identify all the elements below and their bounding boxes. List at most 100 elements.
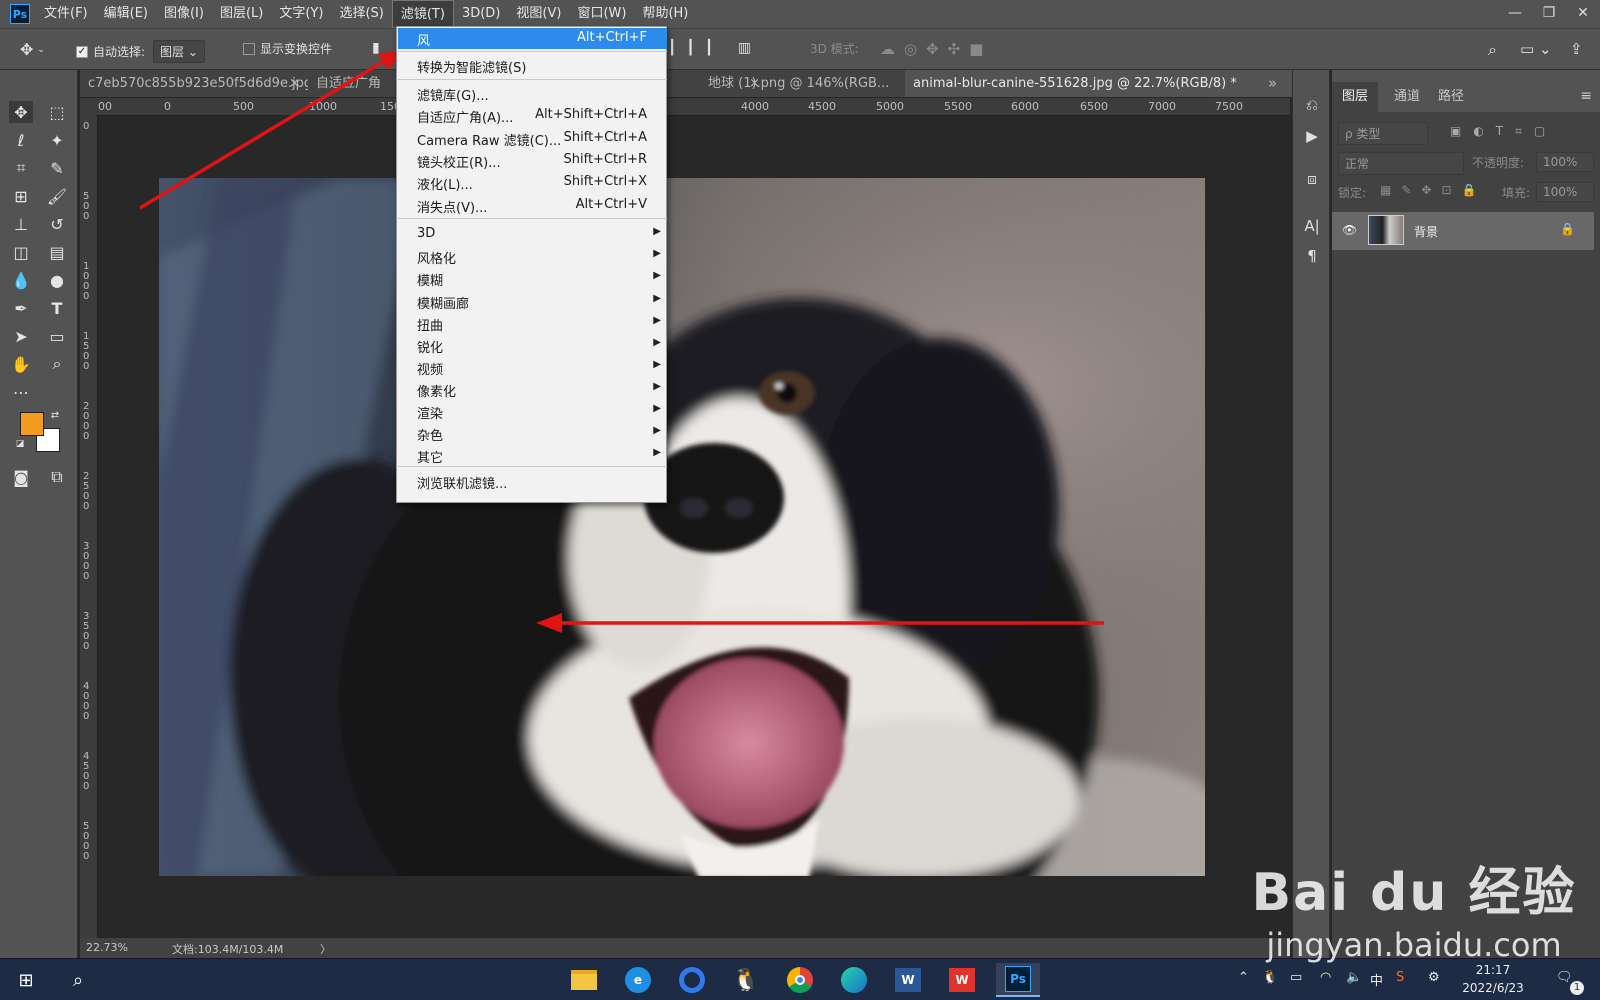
filter-menu-item[interactable]: 像素化 ▶ — [398, 379, 667, 400]
paragraph-panel-icon[interactable]: ¶ — [1299, 245, 1325, 267]
filter-menu-item[interactable]: 液化(L)... Shift+Ctrl+X — [398, 172, 667, 193]
filter-menu-item[interactable]: 风格化 ▶ — [398, 246, 667, 267]
screen-mode-icon[interactable]: ⧉ — [45, 466, 69, 488]
marquee-tool-icon[interactable]: ⬚ — [45, 101, 69, 123]
eyedropper-icon[interactable]: ✎ — [45, 157, 69, 179]
menu-item[interactable]: 窗口(W) — [569, 0, 634, 28]
menu-item[interactable]: 图像(I) — [156, 0, 212, 28]
filter-menu-item[interactable]: 镜头校正(R)... Shift+Ctrl+R — [398, 150, 667, 171]
menu-item[interactable]: 编辑(E) — [96, 0, 156, 28]
brush-tool-icon[interactable]: 🖌 — [45, 185, 69, 207]
restore-button[interactable]: ❐ — [1532, 0, 1566, 26]
menu-item[interactable]: 选择(S) — [331, 0, 391, 28]
panel-menu-icon[interactable]: ≡ — [1580, 88, 1592, 104]
history-brush-icon[interactable]: ↺ — [45, 213, 69, 235]
opacity-field[interactable]: 100% — [1536, 152, 1594, 172]
actions-panel-icon[interactable]: ▶ — [1299, 125, 1325, 147]
character-panel-icon[interactable]: A| — [1299, 215, 1325, 237]
align-buttons[interactable]: ▮ — [372, 40, 386, 56]
menu-item[interactable]: 文字(Y) — [271, 0, 331, 28]
workspace-icon[interactable]: ▭ ⌄ — [1520, 40, 1552, 58]
filter-menu-item[interactable]: 风 Alt+Ctrl+F — [398, 28, 667, 49]
filter-menu-item[interactable]: 自适应广角(A)... Alt+Shift+Ctrl+A — [398, 105, 667, 126]
crop-tool-icon[interactable]: ⌗ — [9, 157, 33, 179]
3d-panel-icon[interactable]: ⧈ — [1299, 168, 1325, 190]
auto-select-checkbox[interactable]: ✓ — [76, 45, 88, 58]
rectangle-tool-icon[interactable]: ▭ — [45, 325, 69, 347]
filter-menu-item[interactable]: 锐化 ▶ — [398, 335, 667, 356]
filter-menu-item[interactable]: 滤镜库(G)... — [398, 83, 667, 104]
filter-menu-item[interactable]: 其它 ▶ — [398, 445, 667, 466]
magic-wand-icon[interactable]: ✦ — [45, 129, 69, 151]
chrome-icon[interactable] — [780, 963, 820, 997]
distribute-buttons[interactable]: ┃┃┃ ▥ — [668, 40, 761, 56]
menu-item[interactable]: 视图(V) — [508, 0, 569, 28]
gradient-tool-icon[interactable]: ▤ — [45, 241, 69, 263]
tab-close-icon[interactable]: × — [289, 70, 300, 97]
filter-menu-item[interactable]: 渲染 ▶ — [398, 401, 667, 422]
filter-menu-item[interactable]: 杂色 ▶ — [398, 423, 667, 444]
fill-field[interactable]: 100% — [1536, 182, 1594, 202]
type-tool-icon[interactable]: T — [45, 297, 69, 319]
3d-mode-icons[interactable]: ☁◎✥✣■ — [880, 40, 992, 58]
file-explorer-icon[interactable] — [564, 963, 604, 997]
menu-item[interactable]: 图层(L) — [212, 0, 271, 28]
dog-photo[interactable] — [159, 178, 1205, 876]
start-button[interactable]: ⊞ — [6, 963, 46, 997]
filter-menu-item[interactable]: 浏览联机滤镜... — [398, 471, 667, 492]
status-menu-arrow[interactable]: 〉 — [320, 941, 331, 957]
stamp-tool-icon[interactable]: ⊥ — [9, 213, 33, 235]
healing-brush-icon[interactable]: ⊞ — [9, 185, 33, 207]
layer-row[interactable]: 👁 背景 🔒 — [1332, 212, 1594, 250]
layer-filter-icons[interactable]: ▣◐T⌗▢ — [1450, 124, 1557, 139]
pen-tool-icon[interactable]: ✒ — [9, 297, 33, 319]
blend-mode-dropdown[interactable]: 正常 — [1338, 152, 1464, 175]
minimize-button[interactable]: — — [1498, 0, 1532, 26]
share-icon[interactable]: ⇪ — [1570, 40, 1583, 58]
search-app-icon[interactable] — [672, 963, 712, 997]
qq-icon[interactable]: 🐧 — [726, 963, 766, 997]
layer-kind-filter[interactable]: ρ 类型 — [1338, 122, 1428, 145]
hand-tool-icon[interactable]: ✋ — [9, 353, 33, 375]
close-button[interactable]: ✕ — [1566, 0, 1600, 26]
transform-controls-checkbox[interactable] — [243, 42, 255, 55]
path-select-icon[interactable]: ➤ — [9, 325, 33, 347]
zoom-tool-icon[interactable]: ⌕ — [45, 353, 69, 375]
filter-menu-item[interactable]: 模糊画廊 ▶ — [398, 291, 667, 312]
word-icon[interactable]: W — [888, 963, 928, 997]
history-panel-icon[interactable]: ⎌ — [1299, 94, 1325, 116]
wps-icon[interactable]: W — [942, 963, 982, 997]
default-colors-icon[interactable]: ◪ — [14, 438, 26, 450]
tab-paths[interactable]: 路径 — [1428, 82, 1474, 112]
move-tool-icon[interactable]: ✥ ⌄ — [20, 40, 45, 59]
filter-menu-item[interactable]: 视频 ▶ — [398, 357, 667, 378]
menu-item[interactable]: 帮助(H) — [634, 0, 696, 28]
eraser-tool-icon[interactable]: ◫ — [9, 241, 33, 263]
tabs-overflow-icon[interactable]: » — [1258, 70, 1288, 97]
filter-menu-item[interactable]: 3D ▶ — [398, 224, 667, 245]
menu-item[interactable]: 滤镜(T) — [391, 0, 454, 28]
filter-menu-item[interactable]: 消失点(V)... Alt+Ctrl+V — [398, 195, 667, 216]
move-tool-icon[interactable]: ✥ — [9, 101, 33, 123]
lasso-tool-icon[interactable]: ℓ — [9, 129, 33, 151]
visibility-eye-icon[interactable]: 👁 — [1342, 223, 1357, 237]
blur-tool-icon[interactable]: 💧 — [9, 269, 33, 291]
filter-menu-item[interactable]: 转换为智能滤镜(S) — [398, 55, 667, 76]
filter-menu-item[interactable]: 模糊 ▶ — [398, 268, 667, 289]
quick-mask-icon[interactable]: ◙ — [9, 466, 33, 488]
zoom-level[interactable]: 22.73% — [86, 941, 128, 954]
lock-icons[interactable]: ▦✎✥⊡🔒 — [1380, 183, 1486, 197]
dodge-tool-icon[interactable]: ● — [45, 269, 69, 291]
menu-item[interactable]: 文件(F) — [36, 0, 96, 28]
foreground-color-swatch[interactable] — [20, 412, 44, 436]
ie-browser-icon[interactable]: e — [618, 963, 658, 997]
menu-item[interactable]: 3D(D) — [454, 0, 508, 28]
filter-menu-item[interactable]: Camera Raw 滤镜(C)... Shift+Ctrl+A — [398, 128, 667, 149]
more-tools-icon[interactable]: ⋯ — [9, 381, 33, 403]
tab-channels[interactable]: 通道 — [1384, 82, 1430, 112]
filter-menu-item[interactable]: 扭曲 ▶ — [398, 313, 667, 334]
auto-select-dropdown[interactable]: 图层 ⌄ — [153, 40, 205, 63]
search-icon[interactable]: ⌕ — [1488, 40, 1497, 60]
edge-icon[interactable] — [834, 963, 874, 997]
photoshop-taskbar-icon[interactable]: Ps — [996, 963, 1040, 997]
